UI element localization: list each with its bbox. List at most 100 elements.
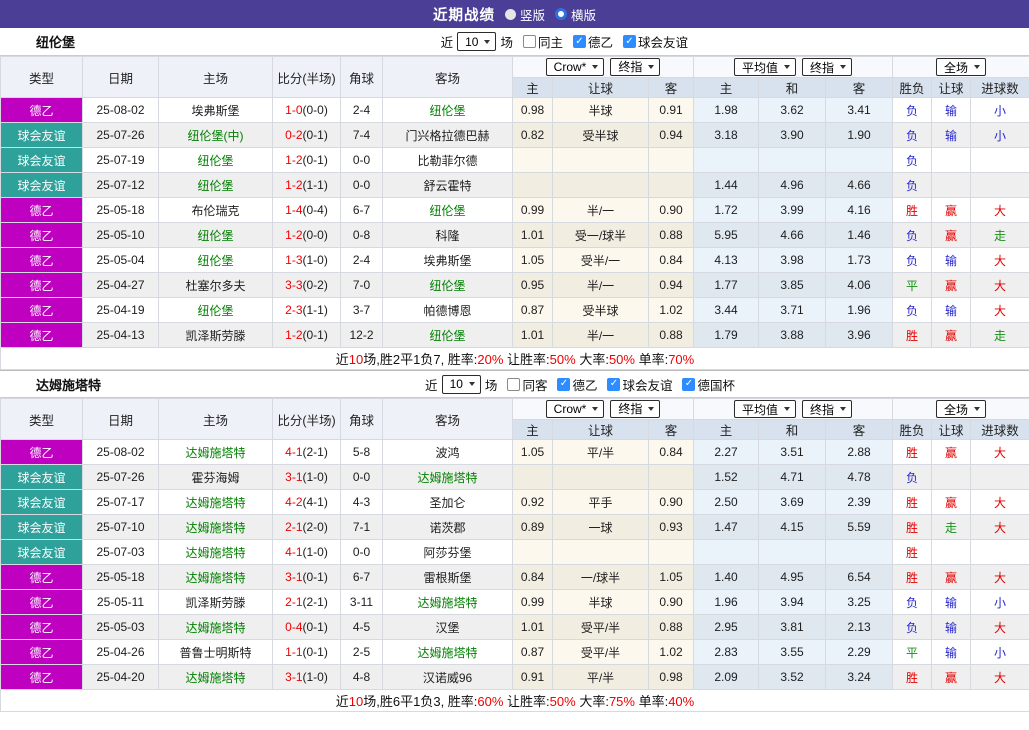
corners-cell: 2-4	[340, 247, 383, 273]
handicap-line: 半/一	[552, 197, 649, 223]
halftime-score: (0-0)	[302, 103, 328, 117]
odds-stage-select[interactable]: 终指	[610, 399, 661, 418]
result-goals: 大	[970, 272, 1029, 298]
avg-away-odds: 2.13	[824, 614, 894, 640]
near-count-select[interactable]: 10	[457, 32, 497, 51]
sub-col: 客	[648, 419, 694, 440]
checkbox-checked-icon[interactable]	[682, 377, 696, 391]
match-type-badge: 德乙	[0, 97, 83, 123]
avg-home-odds: 3.18	[693, 122, 759, 148]
corners-cell: 4-5	[340, 614, 383, 640]
bookmaker-select-value: Crow*	[553, 402, 587, 417]
checkbox-unchecked-icon[interactable]	[507, 377, 521, 391]
match-row: 德乙 25-08-02 达姆施塔特 4-1(2-1) 5-8 波鸿 1.05 平/半 0.84 2…	[0, 439, 1029, 465]
team-name: 达姆施塔特	[36, 377, 102, 393]
competition-filter-checkbox[interactable]: 德乙	[551, 375, 597, 394]
away-team: 纽伦堡	[382, 322, 513, 348]
col-home: 主场	[158, 398, 273, 440]
layout-radio-horizontal[interactable]: 横版	[555, 5, 596, 24]
match-type-badge: 德乙	[0, 564, 83, 590]
bookmaker-select[interactable]: Crow*	[545, 400, 605, 419]
average-select[interactable]: 平均值	[733, 58, 796, 76]
avg-home-odds	[693, 539, 759, 565]
competition-filter-checkbox[interactable]: 球会友谊	[617, 32, 688, 51]
fullmatch-select[interactable]: 全场	[936, 400, 987, 418]
result-handicap	[931, 539, 972, 565]
avg-away-odds: 5.59	[824, 514, 894, 540]
score-cell: 3-1(1-0)	[272, 664, 341, 690]
score-cell: 1-4(0-4)	[272, 197, 341, 223]
fullmatch-select-cell: 全场	[892, 56, 1029, 78]
competition-filter-checkbox[interactable]: 球会友谊	[601, 375, 672, 394]
competition-filter-checkbox[interactable]: 德乙	[567, 32, 613, 51]
checkbox-checked-icon[interactable]	[572, 35, 586, 48]
score-cell: 1-2(0-1)	[272, 147, 341, 173]
match-date: 25-07-17	[82, 489, 159, 515]
checkbox-checked-icon[interactable]	[607, 377, 621, 391]
result-wdl: 胜	[892, 564, 933, 590]
competition-filter-checkbox[interactable]: 德国杯	[676, 375, 735, 394]
radio-icon[interactable]	[555, 8, 567, 20]
sub-col: 胜负	[892, 419, 933, 440]
halftime-score: (1-1)	[302, 303, 328, 317]
result-handicap: 输	[931, 297, 972, 323]
result-handicap: 赢	[931, 197, 972, 223]
crow-away-odds: 0.84	[648, 439, 694, 465]
fulltime-score: 3-3	[285, 278, 303, 292]
header-row-selects: 类型 日期 主场 比分(半场) 角球 客场 Crow* 终指 平均值 终指 全场	[0, 56, 1029, 98]
summary-stat-label: 让胜率:	[503, 352, 550, 367]
chevron-down-icon	[592, 65, 599, 70]
corners-cell: 2-4	[340, 97, 383, 123]
match-type-badge: 德乙	[0, 614, 83, 640]
same-venue-checkbox[interactable]: 同客	[501, 375, 547, 394]
crow-home-odds: 0.82	[512, 122, 553, 148]
sub-col: 主	[693, 419, 759, 440]
match-date: 25-05-11	[82, 589, 159, 615]
same-venue-checkbox[interactable]: 同主	[517, 32, 563, 51]
corners-cell: 6-7	[340, 197, 383, 223]
result-handicap: 输	[931, 639, 972, 665]
fulltime-score: 0-2	[285, 128, 303, 142]
checkbox-checked-icon[interactable]	[557, 377, 571, 391]
avg-draw-odds: 3.71	[758, 297, 826, 323]
radio-icon[interactable]	[504, 8, 516, 20]
match-type-badge: 德乙	[0, 639, 83, 665]
crow-home-odds	[512, 147, 553, 173]
summary-stat-value: 50%	[549, 352, 576, 367]
summary-stat-label: 场,胜2平1负7, 胜率:	[363, 352, 478, 367]
handicap-line: 受平/半	[552, 639, 649, 665]
average-select[interactable]: 平均值	[733, 400, 796, 418]
away-team: 门兴格拉德巴赫	[382, 122, 513, 148]
fulltime-score: 1-1	[285, 645, 303, 659]
odds-stage-select[interactable]: 终指	[610, 57, 661, 76]
avg-draw-odds: 4.15	[758, 514, 826, 540]
crow-home-odds: 0.95	[512, 272, 553, 298]
result-goals: 走	[970, 222, 1029, 248]
same-venue-checkbox-label: 同主	[537, 36, 563, 50]
avg-home-odds: 1.72	[693, 197, 759, 223]
avg-draw-odds: 3.90	[758, 122, 826, 148]
odds-stage-select-2[interactable]: 终指	[802, 400, 853, 418]
bookmaker-select[interactable]: Crow*	[545, 58, 605, 77]
layout-radio-vertical[interactable]: 竖版	[504, 5, 545, 24]
avg-home-odds	[693, 147, 759, 173]
checkbox-unchecked-icon[interactable]	[522, 35, 536, 48]
home-team: 纽伦堡	[158, 147, 273, 173]
fullmatch-select[interactable]: 全场	[936, 58, 987, 76]
match-type-badge: 德乙	[0, 664, 83, 690]
fullmatch-select-value: 全场	[944, 402, 969, 417]
checkbox-checked-icon[interactable]	[622, 35, 636, 48]
result-handicap: 赢	[931, 439, 972, 465]
near-count-select[interactable]: 10	[441, 374, 481, 394]
result-wdl: 胜	[892, 322, 933, 348]
match-date: 25-08-02	[82, 439, 159, 465]
competition-filter-checkbox-label: 球会友谊	[637, 36, 688, 50]
match-type-badge: 德乙	[0, 439, 83, 465]
avg-draw-odds: 3.81	[758, 614, 826, 640]
odds-stage-select-2[interactable]: 终指	[802, 58, 853, 76]
result-handicap: 输	[931, 614, 972, 640]
avg-away-odds	[824, 539, 894, 565]
result-goals: 大	[970, 564, 1029, 590]
score-cell: 1-2(0-0)	[272, 222, 341, 248]
fulltime-score: 0-4	[285, 620, 303, 634]
